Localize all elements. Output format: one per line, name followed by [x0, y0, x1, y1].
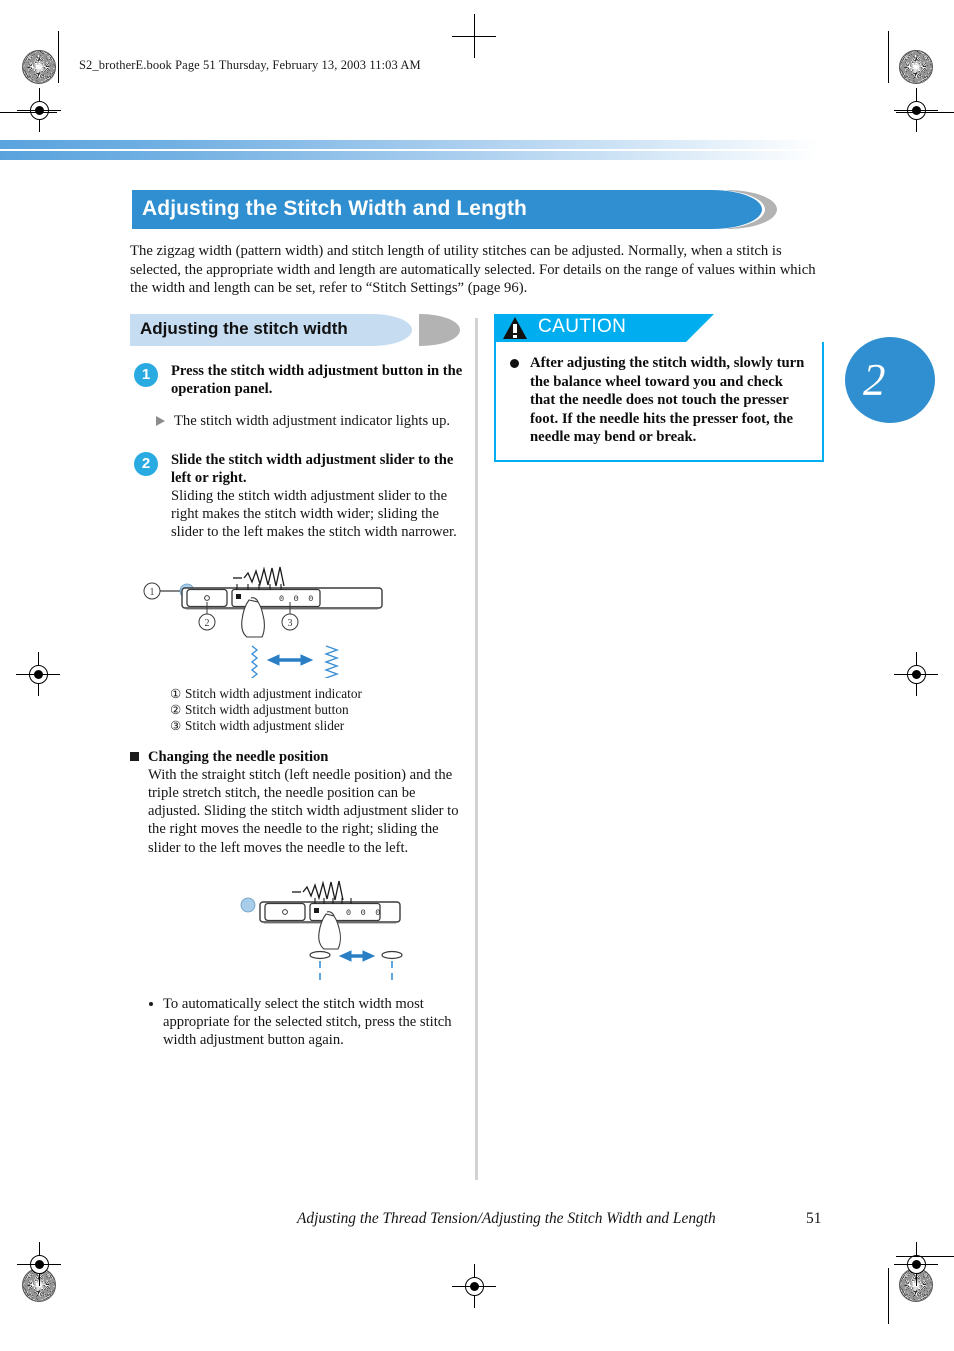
registration-ring-icon: [29, 1254, 49, 1274]
auto-select-note: To automatically select the stitch width…: [130, 995, 468, 1050]
legend-number-1: ①: [170, 686, 182, 701]
step-2-title: Slide the stitch width adjustment slider…: [171, 451, 454, 486]
legend-item-2: ② Stitch width adjustment button: [170, 702, 468, 718]
registration-cross-bottom-right: [894, 1242, 938, 1286]
step-2-badge: 2: [134, 451, 158, 476]
registration-ring-icon: [464, 1276, 484, 1296]
intro-paragraph: The zigzag width (pattern width) and sti…: [130, 243, 816, 297]
legend-label-1: Stitch width adjustment indicator: [185, 685, 362, 701]
footer-running-title: Adjusting the Thread Tension/Adjusting t…: [297, 1210, 716, 1227]
column-divider: [475, 318, 478, 1180]
registration-cross-bottom-center: [452, 1264, 496, 1308]
header-gradient-bars: [0, 140, 820, 160]
legend-label-2: Stitch width adjustment button: [185, 702, 349, 718]
trim-line-left-horizontal: [0, 112, 57, 113]
chapter-thumb-tab: 2: [845, 337, 935, 423]
registration-ring-icon: [28, 664, 48, 684]
square-bullet-icon: [130, 751, 139, 761]
registration-cross-top-left: [17, 88, 61, 132]
header-gradient-bar-upper: [0, 140, 820, 149]
trim-line-left-vertical: [58, 31, 59, 83]
caution-box: CAUTION After adjusting the stitch width…: [494, 314, 824, 462]
caution-item-text: After adjusting the stitch width, slowly…: [530, 355, 805, 446]
trim-line-bottom-right-vertical: [888, 1268, 889, 1324]
legend-item-1: ① Stitch width adjustment indicator: [170, 686, 468, 702]
registration-cross-top-right: [894, 88, 938, 132]
needle-position-heading: Changing the needle position: [148, 748, 329, 765]
svg-text:0 0 0: 0 0 0: [346, 908, 383, 918]
diagram-callout-legend: ① Stitch width adjustment indicator ② Stit…: [170, 686, 468, 735]
footer-page-number: 51: [806, 1210, 822, 1227]
svg-text:2: 2: [205, 618, 210, 629]
registration-ring-icon: [906, 664, 926, 684]
needle-position-body: With the straight stitch (left needle po…: [148, 766, 459, 856]
registration-ring-icon: [906, 100, 926, 120]
registration-dot-grid-top-right: [899, 50, 933, 84]
trim-line-right-vertical: [888, 31, 889, 83]
exclamation-mark-icon: [513, 324, 517, 338]
step-1-badge: 1: [134, 363, 158, 387]
step-1: 1 Press the stitch width adjustment butt…: [130, 362, 468, 398]
subsection-header-banner: Adjusting the stitch width: [130, 314, 460, 346]
caution-header-tab: CAUTION: [494, 314, 714, 342]
svg-text:0 0 0: 0 0 0: [279, 594, 316, 604]
caution-body: After adjusting the stitch width, slowly…: [494, 342, 824, 462]
round-bullet-icon: [149, 1001, 153, 1006]
file-header-line: S2_brotherE.book Page 51 Thursday, Febru…: [79, 58, 421, 72]
step-1-title: Press the stitch width adjustment button…: [171, 363, 463, 398]
registration-dot-grid-top-left: [22, 50, 56, 84]
legend-item-3: ③ Stitch width adjustment slider: [170, 718, 468, 734]
step-2: 2 Slide the stitch width adjustment slid…: [130, 451, 468, 542]
trim-line-right-horizontal-top: [896, 112, 954, 113]
caution-label: CAUTION: [538, 316, 627, 337]
header-gradient-bar-lower: [0, 151, 820, 160]
registration-cross-mid-left: [16, 652, 60, 696]
svg-text:3: 3: [288, 618, 293, 629]
auto-select-note-text: To automatically select the stitch width…: [163, 995, 452, 1049]
registration-ring-icon: [29, 100, 49, 120]
registration-cross-mid-right: [894, 652, 938, 696]
needle-position-heading-row: Changing the needle position: [130, 748, 468, 766]
step-2-body: Sliding the stitch width adjustment slid…: [171, 488, 457, 541]
chapter-number: 2: [863, 355, 886, 405]
diagram-stitch-width-panel: 1 0 0 0 2 3: [130, 558, 468, 691]
left-column: Adjusting the stitch width 1 Press the s…: [130, 314, 468, 1049]
page-title: Adjusting the Stitch Width and Length: [142, 197, 527, 220]
triangle-marker-icon: [156, 416, 165, 427]
page-title-banner: Adjusting the Stitch Width and Length: [132, 190, 777, 229]
caution-item: After adjusting the stitch width, slowly…: [508, 354, 810, 447]
registration-cross-bottom-left: [17, 1242, 61, 1286]
right-column: CAUTION After adjusting the stitch width…: [494, 314, 826, 462]
registration-cross-top-center: [452, 14, 496, 58]
svg-text:1: 1: [150, 587, 155, 598]
subsection-gray-cap: [419, 314, 460, 346]
diagram-needle-position-panel: 0 0 0: [130, 871, 468, 983]
subsection-heading: Adjusting the stitch width: [140, 319, 348, 338]
legend-label-3: Stitch width adjustment slider: [185, 718, 345, 734]
caution-bullet-icon: [510, 359, 519, 368]
legend-number-3: ③: [170, 719, 182, 734]
trim-line-bottom-right-horizontal: [896, 1256, 954, 1257]
legend-number-2: ②: [170, 703, 182, 718]
registration-ring-icon: [906, 1254, 926, 1274]
step-1-result: The stitch width adjustment indicator li…: [156, 412, 468, 430]
step-1-result-text: The stitch width adjustment indicator li…: [174, 413, 451, 430]
